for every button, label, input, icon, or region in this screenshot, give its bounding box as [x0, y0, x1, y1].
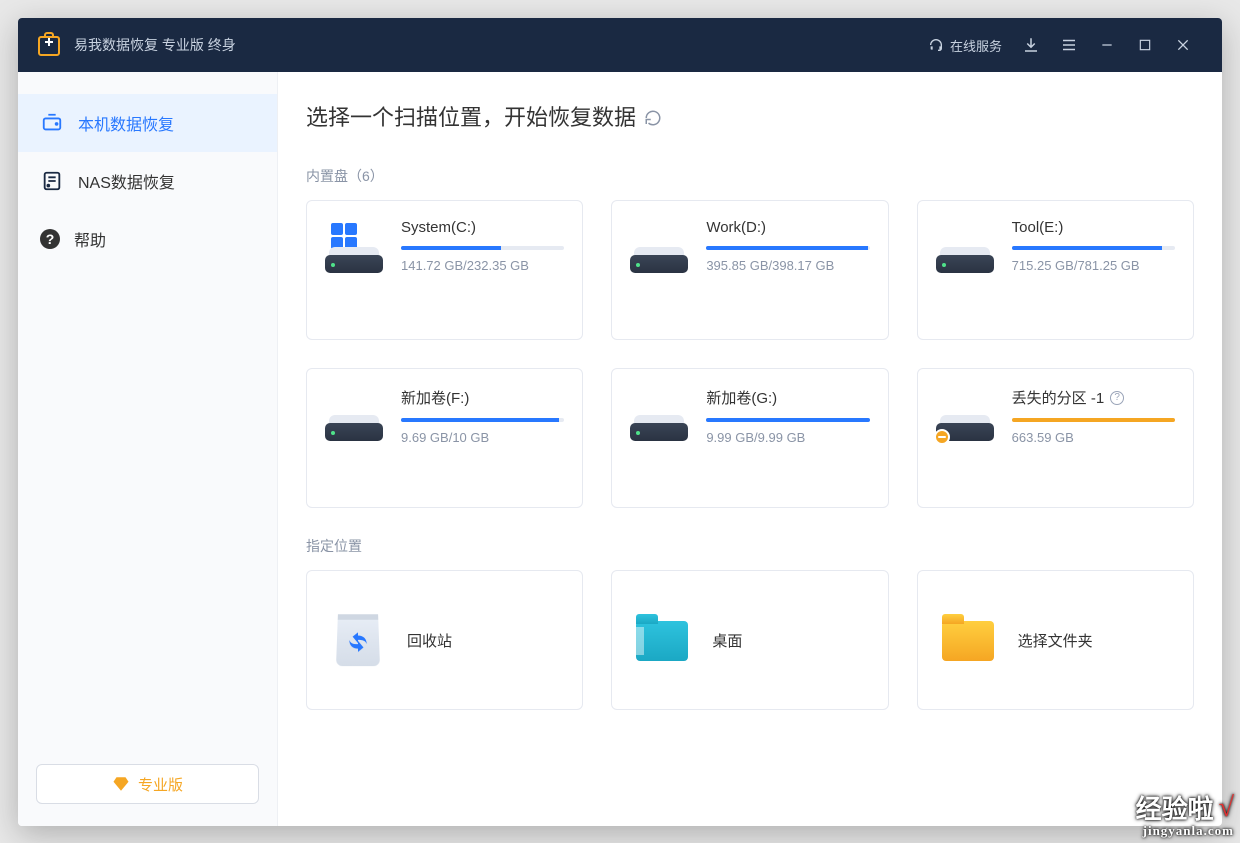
sidebar-item-label: 本机数据恢复 [78, 111, 174, 135]
app-window: 易我数据恢复 专业版 终身 在线服务 [18, 18, 1222, 826]
drive-name: System(C:) [401, 219, 564, 236]
drive-card-work-d[interactable]: Work(D:) 395.85 GB/398.17 GB [611, 200, 888, 340]
drive-icon [630, 221, 688, 279]
drive-usage: 9.69 GB/10 GB [401, 430, 564, 445]
drive-row: 新加卷(F:) 9.69 GB/10 GB 新加卷(G:) 9.99 GB/9.… [306, 368, 1194, 508]
usage-bar [706, 418, 869, 422]
location-card-choose-folder[interactable]: 选择文件夹 [917, 570, 1194, 710]
drive-icon [936, 389, 994, 447]
info-icon[interactable]: ? [1110, 391, 1124, 405]
drive-icon [630, 389, 688, 447]
minimize-icon [1099, 37, 1115, 53]
warning-badge-icon [934, 429, 950, 445]
refresh-button[interactable] [644, 107, 662, 125]
desktop-folder-icon [636, 613, 690, 667]
app-title: 易我数据恢复 专业版 终身 [74, 35, 236, 55]
usage-bar [1012, 418, 1175, 422]
download-button[interactable] [1014, 28, 1048, 62]
minimize-button[interactable] [1090, 28, 1124, 62]
section-label-internal: 内置盘（6） [306, 166, 1194, 186]
usage-bar [401, 418, 564, 422]
maximize-button[interactable] [1128, 28, 1162, 62]
drive-usage: 715.25 GB/781.25 GB [1012, 258, 1175, 273]
drive-card-system-c[interactable]: System(C:) 141.72 GB/232.35 GB [306, 200, 583, 340]
location-card-desktop[interactable]: 桌面 [611, 570, 888, 710]
usage-bar [706, 246, 869, 250]
headset-icon [928, 37, 944, 53]
pro-version-label: 专业版 [138, 774, 183, 795]
page-title: 选择一个扫描位置，开始恢复数据 [306, 100, 636, 132]
sidebar-item-label: 帮助 [74, 227, 106, 251]
usage-bar [1012, 246, 1175, 250]
drive-icon [325, 389, 383, 447]
app-logo-icon [38, 34, 60, 56]
nas-recovery-icon [40, 169, 64, 193]
sidebar-item-label: NAS数据恢复 [78, 169, 175, 193]
online-service-button[interactable]: 在线服务 [928, 36, 1002, 55]
local-recovery-icon [40, 111, 64, 135]
location-label: 桌面 [712, 630, 742, 651]
choose-folder-icon [942, 613, 996, 667]
recycle-bin-icon [331, 613, 385, 667]
location-row: 回收站 桌面 选择文件夹 [306, 570, 1194, 710]
titlebar: 易我数据恢复 专业版 终身 在线服务 [18, 18, 1222, 72]
drive-card-new-g[interactable]: 新加卷(G:) 9.99 GB/9.99 GB [611, 368, 888, 508]
drive-card-tool-e[interactable]: Tool(E:) 715.25 GB/781.25 GB [917, 200, 1194, 340]
drive-card-new-f[interactable]: 新加卷(F:) 9.69 GB/10 GB [306, 368, 583, 508]
drive-name: 新加卷(G:) [706, 387, 869, 408]
drive-usage: 141.72 GB/232.35 GB [401, 258, 564, 273]
sidebar-item-nas-recovery[interactable]: NAS数据恢复 [18, 152, 277, 210]
drive-name: 新加卷(F:) [401, 387, 564, 408]
drive-usage: 663.59 GB [1012, 430, 1175, 445]
windows-tiles-icon [331, 223, 357, 249]
drive-usage: 9.99 GB/9.99 GB [706, 430, 869, 445]
online-service-label: 在线服务 [950, 36, 1002, 55]
help-icon: ? [40, 229, 60, 249]
sidebar-item-help[interactable]: ? 帮助 [18, 210, 277, 268]
section-label-locations: 指定位置 [306, 536, 1194, 556]
close-icon [1175, 37, 1191, 53]
close-button[interactable] [1166, 28, 1200, 62]
drive-usage: 395.85 GB/398.17 GB [706, 258, 869, 273]
sidebar: 本机数据恢复 NAS数据恢复 ? 帮助 专业版 [18, 72, 278, 826]
hamburger-icon [1060, 36, 1078, 54]
pro-version-button[interactable]: 专业版 [36, 764, 259, 804]
maximize-icon [1138, 38, 1152, 52]
drive-name: 丢失的分区 -1 ? [1012, 387, 1175, 408]
location-label: 选择文件夹 [1018, 630, 1093, 651]
drive-icon [325, 221, 383, 279]
main-content: 选择一个扫描位置，开始恢复数据 内置盘（6） System(C:) [278, 72, 1222, 826]
drive-name: Work(D:) [706, 219, 869, 236]
drive-name: Tool(E:) [1012, 219, 1175, 236]
location-label: 回收站 [407, 630, 452, 651]
diamond-icon [112, 775, 130, 793]
usage-bar [401, 246, 564, 250]
refresh-icon [644, 109, 662, 127]
page-title-row: 选择一个扫描位置，开始恢复数据 [306, 100, 1194, 132]
menu-button[interactable] [1052, 28, 1086, 62]
drive-icon [936, 221, 994, 279]
sidebar-item-local-recovery[interactable]: 本机数据恢复 [18, 94, 277, 152]
drive-card-lost-partition[interactable]: 丢失的分区 -1 ? 663.59 GB [917, 368, 1194, 508]
download-icon [1022, 36, 1040, 54]
location-card-recycle-bin[interactable]: 回收站 [306, 570, 583, 710]
drive-row: System(C:) 141.72 GB/232.35 GB Work(D:) … [306, 200, 1194, 340]
